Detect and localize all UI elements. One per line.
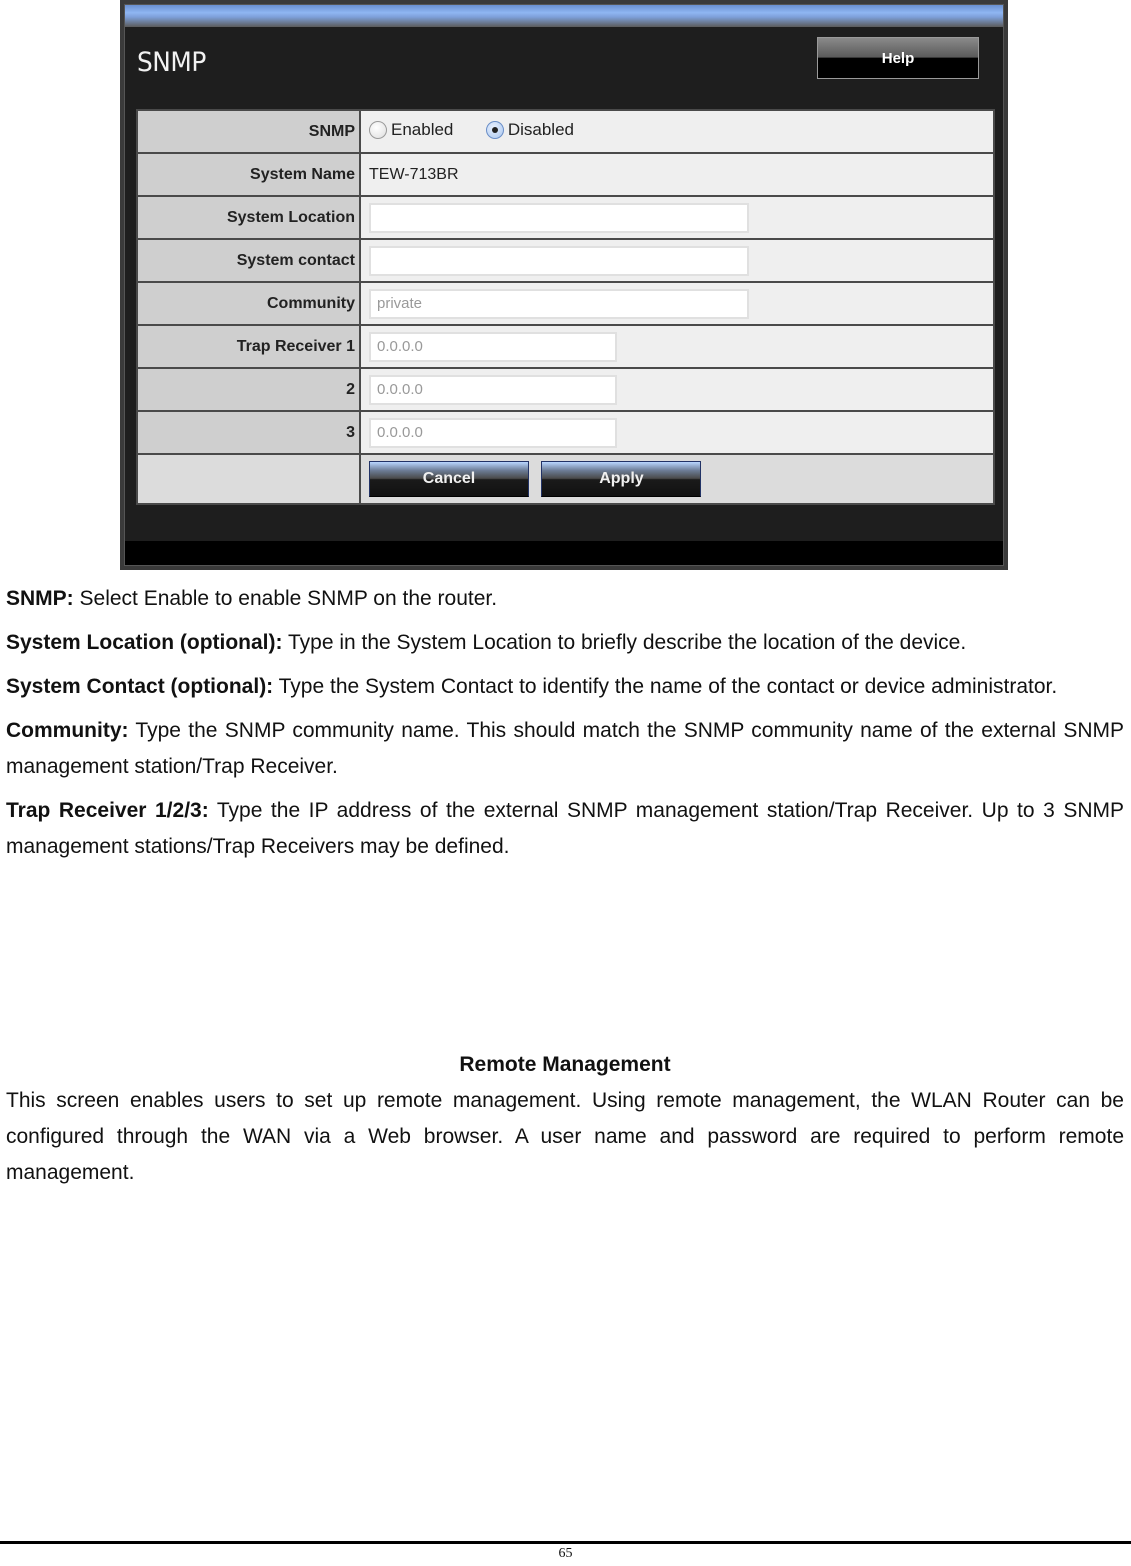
radio-checked-icon <box>485 120 504 139</box>
snmp-enabled-label: Enabled <box>391 119 454 139</box>
panel-title: SNMP <box>137 47 206 78</box>
snmp-disabled-radio[interactable]: Disabled <box>485 119 574 140</box>
row-trap-receiver-1: Trap Receiver 1 <box>136 324 995 369</box>
desc-text: Select Enable to enable SNMP on the rout… <box>73 587 498 610</box>
desc-term: System Contact (optional): <box>6 675 274 698</box>
desc-text: Type the System Contact to identify the … <box>273 675 1058 698</box>
desc-snmp: SNMP: Select Enable to enable SNMP on th… <box>6 581 1124 617</box>
row-snmp: SNMP Enabled Disabled <box>136 109 995 154</box>
desc-system-location: System Location (optional): Type in the … <box>6 625 1124 661</box>
row-trap-receiver-3: 3 <box>136 410 995 455</box>
desc-term: System Location (optional): <box>6 631 283 654</box>
desc-term: Community: <box>6 719 129 742</box>
system-name-label: System Name <box>136 152 361 197</box>
system-location-input[interactable] <box>369 202 749 233</box>
remote-management-section: Remote Management This screen enables us… <box>6 1047 1124 1199</box>
row-system-contact: System contact <box>136 238 995 283</box>
trap-receiver-3-label: 3 <box>136 410 361 455</box>
radio-unchecked-icon <box>369 120 387 139</box>
snmp-panel: SNMP Help SNMP Enabled Disabled System N… <box>124 4 1004 566</box>
desc-term: SNMP: <box>6 587 74 610</box>
snmp-label: SNMP <box>136 109 361 154</box>
footer-divider <box>0 1541 1131 1544</box>
page-number: 65 <box>558 1546 573 1561</box>
system-name-value: TEW-713BR <box>369 165 459 183</box>
row-community: Community <box>136 281 995 326</box>
system-location-label: System Location <box>136 195 361 240</box>
snmp-form: SNMP Enabled Disabled System Name TEW-71… <box>136 109 995 505</box>
community-input[interactable] <box>369 288 749 319</box>
desc-term: Trap Receiver 1/2/3: <box>6 799 209 822</box>
trap-receiver-2-label: 2 <box>136 367 361 412</box>
desc-system-contact: System Contact (optional): Type the Syst… <box>6 669 1124 705</box>
snmp-disabled-label: Disabled <box>507 119 574 139</box>
snmp-screenshot: SNMP Help SNMP Enabled Disabled System N… <box>120 0 1008 570</box>
cancel-button[interactable]: Cancel <box>369 461 529 497</box>
panel-top-bar <box>125 5 1003 27</box>
section-heading: Remote Management <box>459 1053 671 1076</box>
system-contact-input[interactable] <box>369 245 749 276</box>
trap-receiver-1-label: Trap Receiver 1 <box>136 324 361 369</box>
row-system-location: System Location <box>136 195 995 240</box>
actions-label-cell <box>136 453 361 505</box>
field-descriptions: SNMP: Select Enable to enable SNMP on th… <box>6 581 1124 873</box>
snmp-enabled-radio[interactable]: Enabled <box>369 120 453 140</box>
trap-receiver-1-input[interactable] <box>369 331 617 362</box>
desc-text: Type in the System Location to briefly d… <box>282 631 967 654</box>
trap-receiver-2-input[interactable] <box>369 374 617 405</box>
row-system-name: System Name TEW-713BR <box>136 152 995 197</box>
row-trap-receiver-2: 2 <box>136 367 995 412</box>
desc-community: Community: Type the SNMP community name.… <box>6 713 1124 785</box>
help-button[interactable]: Help <box>817 37 979 79</box>
community-label: Community <box>136 281 361 326</box>
section-body: This screen enables users to set up remo… <box>6 1089 1124 1184</box>
desc-trap-receivers: Trap Receiver 1/2/3: Type the IP address… <box>6 793 1124 865</box>
panel-bottom-strip <box>125 541 1003 565</box>
row-actions: Cancel Apply <box>136 453 995 505</box>
trap-receiver-3-input[interactable] <box>369 417 617 448</box>
desc-text: Type the SNMP community name. This shoul… <box>6 719 1124 778</box>
apply-button[interactable]: Apply <box>541 461 702 497</box>
system-contact-label: System contact <box>136 238 361 283</box>
